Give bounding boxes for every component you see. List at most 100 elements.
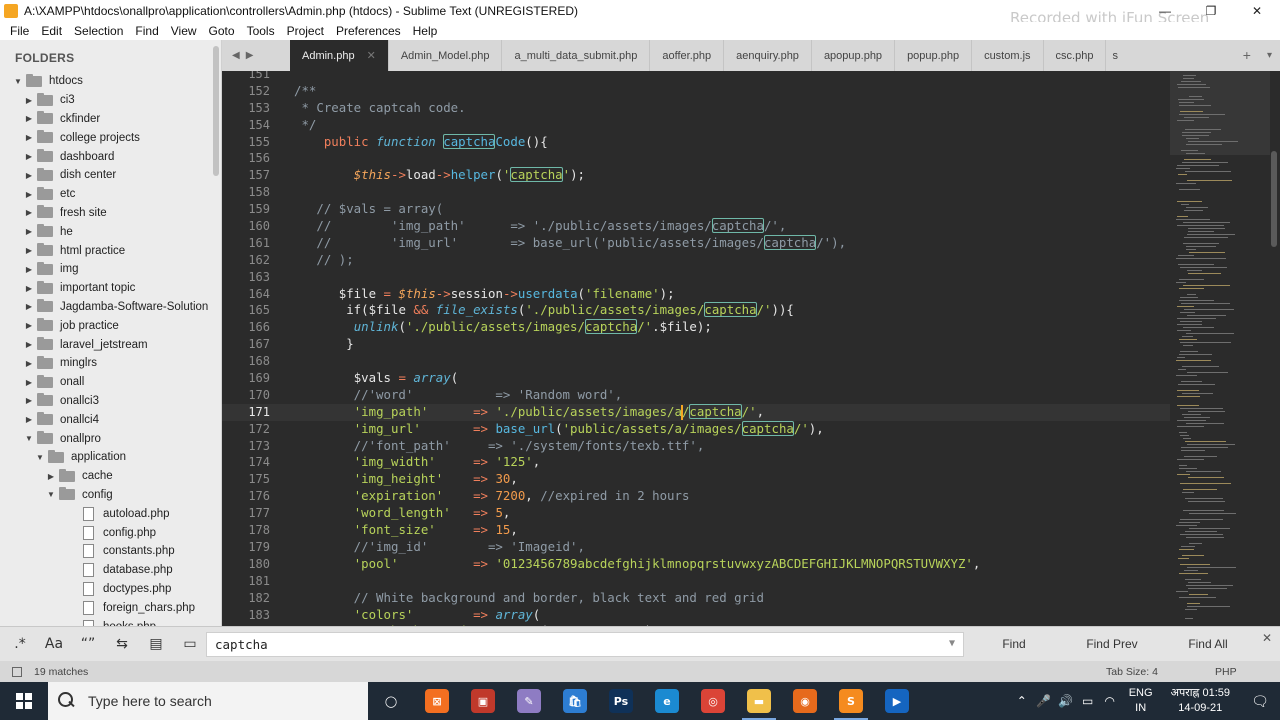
tab-size[interactable]: Tab Size: 4 <box>1106 666 1158 678</box>
taskbar-edge-button[interactable]: e <box>644 682 690 720</box>
code-line[interactable]: 158 <box>222 184 1172 201</box>
code-line[interactable]: 175 'img_height' => 30, <box>222 471 1172 488</box>
menu-find[interactable]: Find <box>129 24 164 38</box>
menu-tools[interactable]: Tools <box>241 24 281 38</box>
file-item[interactable]: doctypes.php <box>0 580 221 599</box>
microphone-icon[interactable]: 🎤 <box>1033 694 1055 708</box>
code-line[interactable]: 179 //'img_id' => 'Imageid', <box>222 539 1172 556</box>
taskbar-sublime-button[interactable]: S <box>828 682 874 720</box>
code-line[interactable]: 178 'font_size' => 15, <box>222 522 1172 539</box>
menu-edit[interactable]: Edit <box>35 24 68 38</box>
editor-scrollbar[interactable] <box>1271 151 1277 247</box>
tab-aenquiry-php[interactable]: aenquiry.php <box>724 40 812 71</box>
folder-item[interactable]: ▶ onallci4 <box>0 410 221 429</box>
collapsed-arrow-icon[interactable]: ▶ <box>24 359 34 368</box>
taskbar-app-blue-button[interactable]: ▶ <box>874 682 920 720</box>
clock[interactable]: अपराह्न 01:59 14-09-21 <box>1171 686 1230 716</box>
taskbar-app-paint-button[interactable]: ✎ <box>506 682 552 720</box>
wrap-toggle[interactable]: ⇆ <box>108 632 136 656</box>
code-line[interactable]: 155 public function captchaCode(){ <box>222 133 1172 151</box>
expanded-arrow-icon[interactable]: ▼ <box>35 453 45 462</box>
folder-item[interactable]: ▶ important topic <box>0 279 221 298</box>
code-line[interactable]: 156 <box>222 150 1172 167</box>
folder-item[interactable]: ▶ job practice <box>0 316 221 335</box>
folder-item[interactable]: ▶ Jagdamba-Software-Solution <box>0 298 221 317</box>
tab-a-multi-data-submit-php[interactable]: a_multi_data_submit.php <box>502 40 651 71</box>
wifi-icon[interactable]: ◠ <box>1099 694 1121 708</box>
folder-item[interactable]: ▶ minglrs <box>0 354 221 373</box>
collapsed-arrow-icon[interactable]: ▶ <box>24 208 34 217</box>
in-selection-toggle[interactable]: ▤ <box>142 632 170 656</box>
code-line[interactable]: 171 'img_path' => './public/assets/image… <box>222 403 1172 421</box>
folder-item[interactable]: ▶ cache <box>0 467 221 486</box>
taskbar-xampp-button[interactable]: ⊠ <box>414 682 460 720</box>
taskbar-store-button[interactable]: 🛍 <box>552 682 598 720</box>
tab-overflow[interactable]: s <box>1106 40 1124 71</box>
find-history-dropdown-icon[interactable]: ▼ <box>949 638 955 649</box>
collapsed-arrow-icon[interactable]: ▶ <box>24 302 34 311</box>
menu-project[interactable]: Project <box>281 24 330 38</box>
menu-preferences[interactable]: Preferences <box>330 24 407 38</box>
taskbar-search[interactable]: Type here to search <box>48 682 368 720</box>
tab-csc-php[interactable]: csc.php <box>1044 40 1107 71</box>
minimap[interactable] <box>1170 71 1280 626</box>
folder-item[interactable]: ▶ ckfinder <box>0 110 221 129</box>
expanded-arrow-icon[interactable]: ▼ <box>46 490 56 499</box>
tab-popup-php[interactable]: popup.php <box>895 40 973 71</box>
collapsed-arrow-icon[interactable]: ▶ <box>24 190 34 199</box>
code-line[interactable]: 177 'word_length' => 5, <box>222 505 1172 522</box>
file-item[interactable]: autoload.php <box>0 504 221 523</box>
folder-item[interactable]: ▶ college projects <box>0 128 221 147</box>
find-button[interactable]: Find <box>964 632 1064 657</box>
code-line[interactable]: 153 * Create captcah code. <box>222 100 1172 117</box>
folder-item[interactable]: ▶ img <box>0 260 221 279</box>
collapsed-arrow-icon[interactable]: ▶ <box>24 114 34 123</box>
collapsed-arrow-icon[interactable]: ▶ <box>24 378 34 387</box>
folder-item[interactable]: ▼ config <box>0 486 221 505</box>
taskbar-photoshop-button[interactable]: Ps <box>598 682 644 720</box>
case-sensitive-toggle[interactable]: Aa <box>40 632 68 656</box>
tray-chevron-icon[interactable]: ⌃ <box>1011 694 1033 708</box>
code-line[interactable]: 164 $file = $this->session->userdata('fi… <box>222 286 1172 303</box>
tab-admin-model-php[interactable]: Admin_Model.php <box>389 40 503 71</box>
file-item[interactable]: hooks.php <box>0 617 221 626</box>
collapsed-arrow-icon[interactable]: ▶ <box>24 227 34 236</box>
folder-item[interactable]: ▶ etc <box>0 185 221 204</box>
tab-aoffer-php[interactable]: aoffer.php <box>650 40 725 71</box>
code-line[interactable]: 173 //'font_path' => './system/fonts/tex… <box>222 438 1172 455</box>
syntax-mode[interactable]: PHP <box>1215 666 1237 678</box>
find-all-button[interactable]: Find All <box>1158 632 1258 657</box>
code-line[interactable]: 166 unlink('./public/assets/images/captc… <box>222 319 1172 336</box>
taskbar-task-view-button[interactable]: ◯ <box>368 682 414 720</box>
code-line[interactable]: 180 'pool' => '0123456789abcdefghijklmno… <box>222 556 1172 573</box>
code-line[interactable]: 174 'img_width' => '125', <box>222 454 1172 471</box>
code-line[interactable]: 160 // 'img_path' => './public/assets/im… <box>222 218 1172 235</box>
collapsed-arrow-icon[interactable]: ▶ <box>24 246 34 255</box>
menu-goto[interactable]: Goto <box>203 24 241 38</box>
tab-custom-js[interactable]: custom.js <box>972 40 1044 71</box>
close-find-icon[interactable]: ✕ <box>1262 631 1272 645</box>
code-line[interactable]: 159 // $vals = array( <box>222 201 1172 218</box>
sidebar-scrollbar[interactable] <box>213 46 219 176</box>
language-indicator[interactable]: ENG IN <box>1129 686 1153 716</box>
code-line[interactable]: 165 if($file && file_exists('./public/as… <box>222 302 1172 319</box>
folder-item[interactable]: ▶ onallci3 <box>0 392 221 411</box>
code-line[interactable]: 161 // 'img_url' => base_url('public/ass… <box>222 234 1172 252</box>
expanded-arrow-icon[interactable]: ▼ <box>24 434 34 443</box>
expanded-arrow-icon[interactable]: ▼ <box>13 77 23 86</box>
folder-item[interactable]: ▶ html practice <box>0 241 221 260</box>
menu-view[interactable]: View <box>165 24 203 38</box>
code-editor[interactable]: 151 152/** 153 * Create captcah code. 154 *… <box>222 71 1280 626</box>
whole-word-toggle[interactable]: “” <box>74 632 102 656</box>
collapsed-arrow-icon[interactable]: ▶ <box>24 340 34 349</box>
tab-apopup-php[interactable]: apopup.php <box>812 40 896 71</box>
tab-scroll-right-icon[interactable]: ▶ <box>246 50 254 61</box>
volume-icon[interactable]: 🔊 <box>1055 694 1077 708</box>
folder-item[interactable]: ▶ he <box>0 222 221 241</box>
code-line[interactable]: 170 //'word' => 'Random word', <box>222 387 1172 404</box>
folder-item[interactable]: ▼ application <box>0 448 221 467</box>
taskbar-app-red-button[interactable]: ▣ <box>460 682 506 720</box>
find-prev-button[interactable]: Find Prev <box>1062 632 1162 657</box>
regex-toggle[interactable]: .* <box>6 632 34 656</box>
close-tab-icon[interactable]: ✕ <box>367 49 376 62</box>
